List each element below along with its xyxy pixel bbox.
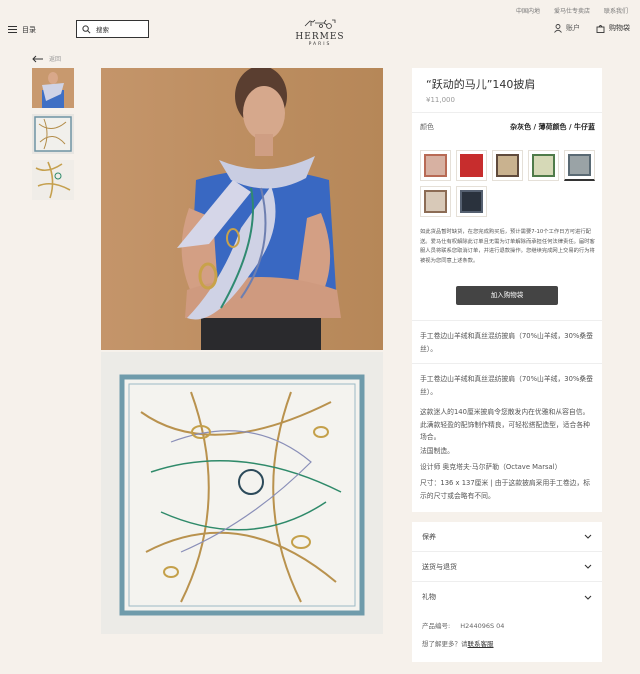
color-swatch-1[interactable] <box>420 150 451 181</box>
color-swatch-7[interactable] <box>456 186 487 217</box>
accordion-care-label: 保养 <box>422 532 436 541</box>
thumbnail-3[interactable] <box>32 160 74 200</box>
top-link-stores[interactable]: 爱马仕专卖店 <box>554 6 590 15</box>
color-swatch-2[interactable] <box>456 150 487 181</box>
brand-name: HERMES <box>295 32 345 42</box>
color-value: 杂灰色 / 薄荷颜色 / 牛仔蓝 <box>510 123 595 131</box>
accordion-gift[interactable]: 礼物 <box>412 582 602 612</box>
top-link-contact[interactable]: 联系我们 <box>604 6 628 15</box>
product-description: 这款迷人的140厘米披肩令您散发内在优雅和从容自信。此满款轻盈的配饰制作精良，可… <box>420 408 590 441</box>
menu-button[interactable]: 目录 <box>8 24 36 35</box>
add-to-bag-button[interactable]: 加入购物袋 <box>456 286 558 305</box>
back-button[interactable]: 返回 <box>32 54 61 63</box>
carriage-logo-icon <box>304 19 336 29</box>
contact-prefix: 想了解更多？请 <box>422 640 468 648</box>
hamburger-icon <box>8 24 17 35</box>
search-input[interactable]: 搜索 <box>76 20 149 38</box>
arrow-left-icon <box>32 55 43 62</box>
stock-notice: 如此货品暂时缺货，在您完成购买后，预计需要7-10个工作日方可进行配送。爱马仕有… <box>420 229 595 264</box>
accordion-care[interactable]: 保养 <box>412 522 602 552</box>
contact-service-link[interactable]: 联系客服 <box>468 640 494 648</box>
accordion-gift-label: 礼物 <box>422 593 436 601</box>
accordion-shipping[interactable]: 送货与退货 <box>412 552 602 582</box>
color-row: 颜色 杂灰色 / 薄荷颜色 / 牛仔蓝 <box>420 122 595 132</box>
color-swatch-4[interactable] <box>528 150 559 181</box>
color-label: 颜色 <box>420 123 434 131</box>
top-link-region[interactable]: 中国内地 <box>516 6 540 15</box>
divider <box>412 320 602 321</box>
product-price: ¥11,000 <box>426 96 455 104</box>
search-placeholder: 搜索 <box>96 26 109 34</box>
cart-label: 购物袋 <box>609 24 630 32</box>
chevron-down-icon <box>584 534 592 539</box>
material-detail: 手工卷边山羊绒和真丝混纺披肩（70%山羊绒，30%桑蚕丝）。 <box>420 375 593 396</box>
material-summary: 手工卷边山羊绒和真丝混纺披肩（70%山羊绒，30%桑蚕丝）。 <box>420 332 593 353</box>
account-label: 账户 <box>566 24 580 32</box>
search-icon <box>82 24 91 33</box>
product-panel: “跃动的马儿”140披肩 ¥11,000 颜色 杂灰色 / 薄荷颜色 / 牛仔蓝… <box>412 68 602 512</box>
top-links: 中国内地 爱马仕专卖店 联系我们 <box>516 6 628 15</box>
menu-label: 目录 <box>22 25 36 34</box>
designer: 设计师 奥克塔夫·马尔萨勒（Octave Marsal） <box>420 463 562 471</box>
divider <box>412 112 602 113</box>
product-title: “跃动的马儿”140披肩 <box>426 78 536 91</box>
size-info: 尺寸：136 x 137厘米 | 由于这款披肩采用手工卷边，标示的尺寸或会略有不… <box>420 479 591 500</box>
brand-logo[interactable]: HERMES PARIS <box>280 14 360 47</box>
made-in: 法国制造。 <box>420 447 454 455</box>
color-swatch-3[interactable] <box>492 150 523 181</box>
sku-row: 产品编号: H244096S 04 <box>422 620 504 630</box>
color-swatch-6[interactable] <box>420 186 451 217</box>
thumbnail-1[interactable] <box>32 68 74 108</box>
contact-row: 想了解更多？请联系客服 <box>422 638 494 648</box>
sku-label: 产品编号: <box>422 622 451 630</box>
account-button[interactable]: 账户 <box>554 23 580 33</box>
chevron-down-icon <box>584 595 592 600</box>
product-photo-flat[interactable] <box>101 352 383 634</box>
accordion-shipping-label: 送货与退货 <box>422 562 457 571</box>
color-swatch-5-selected[interactable] <box>564 150 595 181</box>
brand-city: PARIS <box>308 42 332 47</box>
sku-value: H244096S 04 <box>460 622 505 630</box>
thumbnail-2[interactable] <box>32 114 74 154</box>
back-label: 返回 <box>49 56 62 63</box>
product-photo-model[interactable] <box>101 68 383 350</box>
shopping-bag-icon <box>596 24 605 33</box>
divider <box>412 363 602 364</box>
details-accordion: 保养 送货与退货 礼物 产品编号: H244096S 04 想了解更多？请联系客… <box>412 522 602 662</box>
cart-button[interactable]: 购物袋 <box>596 23 630 33</box>
swatch-list <box>420 150 600 217</box>
user-icon <box>554 23 562 33</box>
chevron-down-icon <box>584 564 592 569</box>
